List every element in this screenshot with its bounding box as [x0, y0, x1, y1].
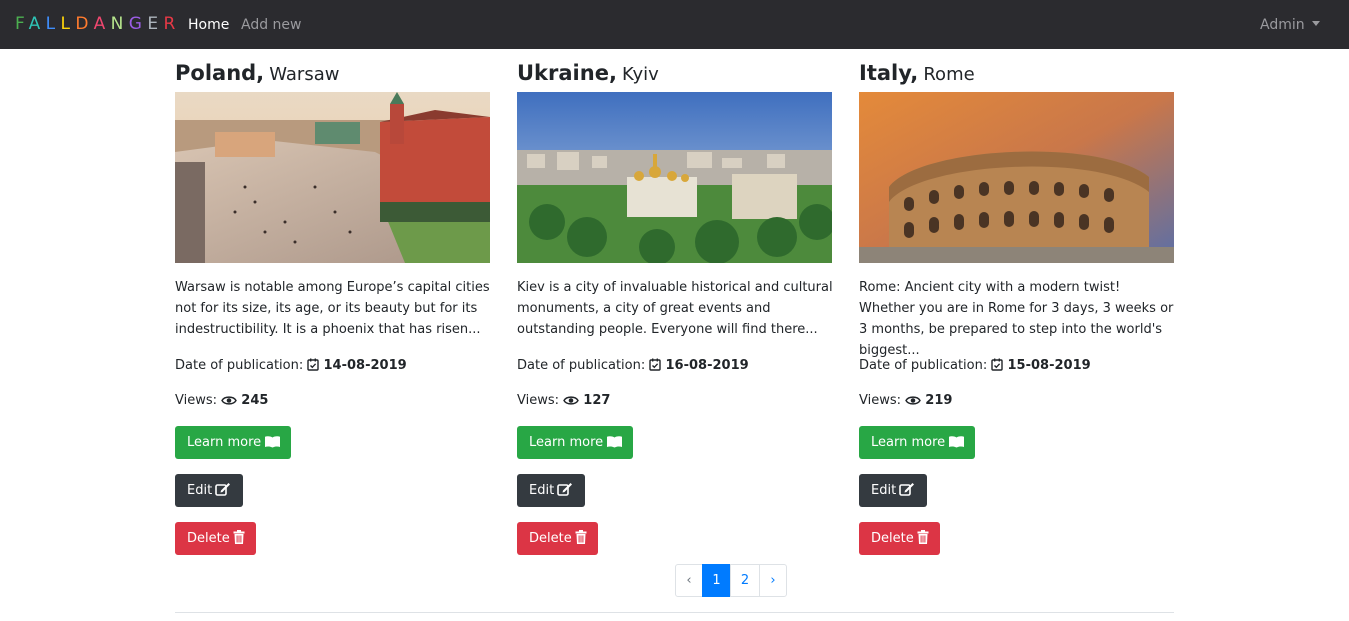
- card-title: Ukraine, Kyiv: [517, 61, 659, 85]
- date-label: Date of publication:: [517, 358, 646, 373]
- city-name: Warsaw: [269, 64, 340, 85]
- edit-label: Edit: [187, 483, 213, 498]
- delete-label: Delete: [187, 531, 230, 546]
- calendar-check-icon: [307, 358, 320, 378]
- book-open-icon: [606, 428, 623, 461]
- learn-more-label: Learn more: [871, 435, 946, 450]
- brand-letter: R: [163, 14, 181, 34]
- card-photo: [859, 92, 1174, 263]
- book-open-icon: [264, 428, 281, 461]
- card-title: Poland, Warsaw: [175, 61, 340, 85]
- admin-dropdown-toggle[interactable]: Admin: [1260, 16, 1320, 34]
- view-count: Views: 127: [517, 391, 610, 413]
- admin-label: Admin: [1260, 17, 1305, 33]
- card-title: Italy, Rome: [859, 61, 975, 85]
- brand-letter: L: [60, 14, 76, 34]
- date-value: 15-08-2019: [1007, 358, 1091, 373]
- brand-letter: A: [28, 14, 46, 34]
- learn-more-button[interactable]: Learn more: [859, 426, 975, 459]
- edit-button[interactable]: Edit: [859, 474, 927, 507]
- pagination-prev-button[interactable]: ‹: [675, 564, 703, 597]
- views-label: Views:: [859, 393, 902, 408]
- brand-letter: G: [128, 14, 148, 34]
- delete-label: Delete: [871, 531, 914, 546]
- learn-more-label: Learn more: [529, 435, 604, 450]
- views-value: 245: [241, 393, 269, 408]
- views-label: Views:: [175, 393, 218, 408]
- publication-date: Date of publication: 16-08-2019: [517, 356, 749, 378]
- learn-more-label: Learn more: [187, 435, 262, 450]
- pagination-next-button[interactable]: ›: [759, 564, 787, 597]
- publication-date: Date of publication: 14-08-2019: [175, 356, 407, 378]
- card-description: Kiev is a city of invaluable historical …: [517, 280, 833, 337]
- book-open-icon: [948, 428, 965, 461]
- nav-add-new-link[interactable]: Add new: [241, 16, 302, 34]
- country-card-italy: Italy, Rome Rome: Ancient city with a mo…: [859, 58, 1174, 555]
- country-name: Poland: [175, 61, 257, 85]
- brand-logo[interactable]: FALLDANGER: [15, 14, 181, 34]
- brand-letter: A: [93, 14, 111, 34]
- city-name: Rome: [923, 64, 975, 85]
- publication-date: Date of publication: 15-08-2019: [859, 356, 1091, 378]
- pagination: ‹ 1 2 ›: [675, 564, 787, 597]
- brand-letter: D: [75, 14, 94, 34]
- delete-button[interactable]: Delete: [859, 522, 940, 555]
- country-name: Ukraine: [517, 61, 609, 85]
- calendar-check-icon: [991, 358, 1004, 378]
- country-card-poland: Poland, Warsaw Warsaw is notable among E…: [175, 58, 490, 555]
- card-photo: [175, 92, 490, 263]
- navbar: FALLDANGER Home Add new Admin: [0, 0, 1349, 49]
- learn-more-button[interactable]: Learn more: [175, 426, 291, 459]
- date-value: 14-08-2019: [323, 358, 407, 373]
- date-label: Date of publication:: [859, 358, 988, 373]
- date-label: Date of publication:: [175, 358, 304, 373]
- city-name: Kyiv: [622, 64, 659, 85]
- brand-letter: L: [45, 14, 61, 34]
- edit-icon: [557, 476, 573, 509]
- eye-icon: [221, 393, 237, 413]
- card-description: Warsaw is notable among Europe’s capital…: [175, 280, 490, 337]
- eye-icon: [563, 393, 579, 413]
- brand-letter: E: [147, 14, 164, 34]
- edit-button[interactable]: Edit: [517, 474, 585, 507]
- card-photo: [517, 92, 832, 263]
- delete-button[interactable]: Delete: [175, 522, 256, 555]
- views-value: 127: [583, 393, 611, 408]
- learn-more-button[interactable]: Learn more: [517, 426, 633, 459]
- views-label: Views:: [517, 393, 560, 408]
- edit-button[interactable]: Edit: [175, 474, 243, 507]
- views-value: 219: [925, 393, 953, 408]
- brand-letter: N: [110, 14, 129, 34]
- eye-icon: [905, 393, 921, 413]
- caret-down-icon: [1311, 21, 1320, 26]
- footer-divider: [175, 612, 1174, 613]
- trash-icon: [233, 524, 245, 557]
- edit-label: Edit: [871, 483, 897, 498]
- brand-letter: F: [15, 14, 29, 34]
- delete-label: Delete: [529, 531, 572, 546]
- date-value: 16-08-2019: [665, 358, 749, 373]
- calendar-check-icon: [649, 358, 662, 378]
- country-card-ukraine: Ukraine, Kyiv Kiev is a city of invaluab…: [517, 58, 833, 555]
- edit-icon: [215, 476, 231, 509]
- country-name: Italy: [859, 61, 911, 85]
- edit-icon: [899, 476, 915, 509]
- view-count: Views: 219: [859, 391, 952, 413]
- card-description: Rome: Ancient city with a modern twist! …: [859, 280, 1174, 358]
- view-count: Views: 245: [175, 391, 268, 413]
- nav-home-link[interactable]: Home: [188, 16, 229, 34]
- delete-button[interactable]: Delete: [517, 522, 598, 555]
- trash-icon: [575, 524, 587, 557]
- pagination-page-1[interactable]: 1: [702, 564, 731, 597]
- trash-icon: [917, 524, 929, 557]
- edit-label: Edit: [529, 483, 555, 498]
- pagination-page-2[interactable]: 2: [730, 564, 760, 597]
